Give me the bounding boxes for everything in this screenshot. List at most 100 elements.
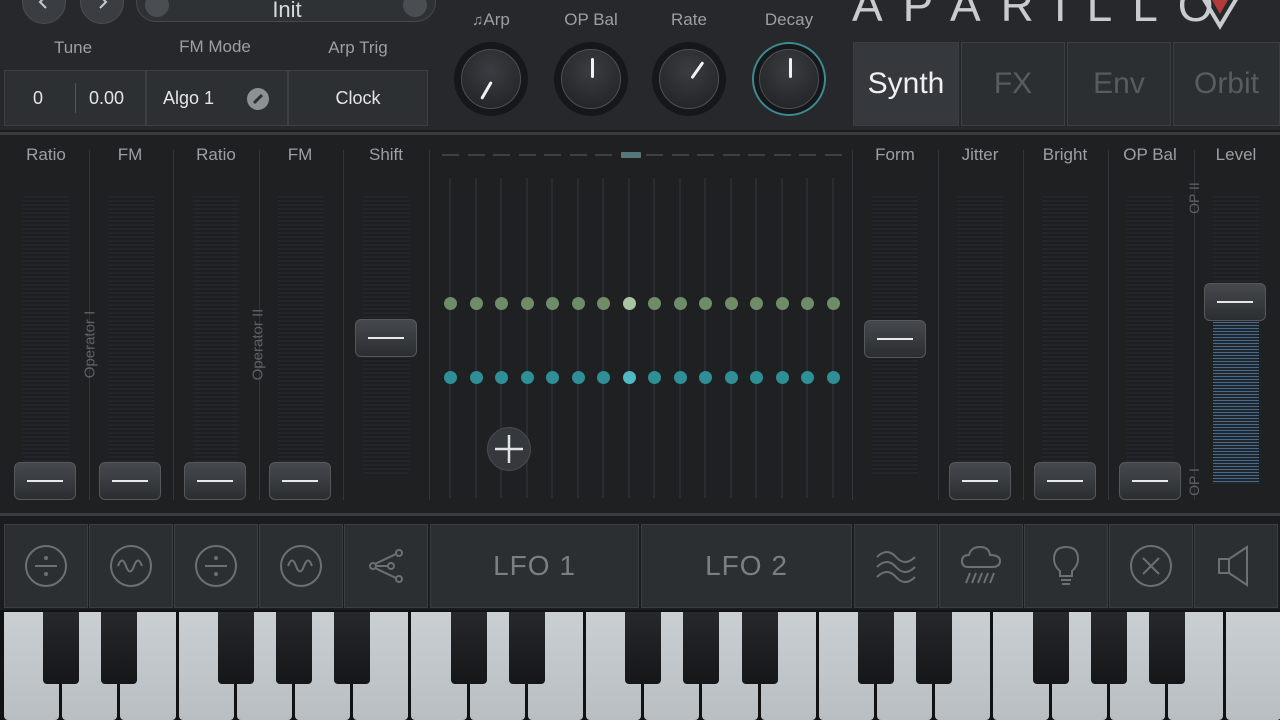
step-dot-op2[interactable] (648, 297, 661, 310)
bright-fader[interactable] (1034, 462, 1096, 500)
op-bal-knob[interactable] (554, 42, 628, 116)
wave-2-button[interactable] (259, 524, 343, 608)
step-dot-op2[interactable] (469, 297, 483, 310)
step-dot-op2[interactable] (571, 297, 585, 310)
black-key[interactable] (741, 612, 778, 684)
black-key[interactable] (683, 612, 720, 684)
step-dot-op2[interactable] (699, 297, 712, 310)
step-dot-op2[interactable] (597, 297, 610, 310)
step-dot-op2[interactable] (775, 297, 789, 310)
fm-2-fader[interactable] (269, 462, 331, 500)
shift-fader[interactable] (355, 319, 417, 357)
step-dot-op1[interactable] (801, 371, 814, 384)
tab-fx[interactable]: FX (961, 42, 1065, 126)
share-button[interactable] (344, 524, 428, 608)
black-key[interactable] (450, 612, 487, 684)
tab-orbit[interactable]: Orbit (1173, 42, 1280, 126)
ratio-2-track[interactable] (193, 196, 239, 476)
tune-field[interactable]: 0 0.00 (4, 70, 146, 126)
black-key[interactable] (217, 612, 254, 684)
tune-coarse-value[interactable]: 0 (33, 88, 43, 109)
speaker-button[interactable] (1194, 524, 1278, 608)
step-dot-op2[interactable] (801, 297, 814, 310)
black-key[interactable] (1090, 612, 1127, 684)
divider (1023, 150, 1024, 500)
step-dot-op1[interactable] (444, 371, 457, 384)
jitter-track[interactable] (957, 196, 1003, 476)
black-key[interactable] (1032, 612, 1069, 684)
step-dot-op1[interactable] (597, 371, 610, 384)
step-dot-op1[interactable] (469, 371, 483, 384)
step-dot-op1[interactable] (724, 371, 738, 384)
bright-track[interactable] (1042, 196, 1088, 476)
step-dot-op1[interactable] (546, 371, 559, 384)
black-key[interactable] (101, 612, 138, 684)
ratio-1-fader[interactable] (14, 462, 76, 500)
step-dot-op2[interactable] (724, 297, 738, 310)
step-dot-op2[interactable] (826, 297, 840, 310)
step-dot-op2[interactable] (444, 297, 457, 310)
jitter-fader[interactable] (949, 462, 1011, 500)
step-dot-op1[interactable] (520, 371, 534, 384)
op-bal-track[interactable] (1127, 196, 1173, 476)
fm-mode-label: FM Mode (179, 37, 251, 56)
step-line (729, 178, 732, 498)
lightbulb-button[interactable] (1024, 524, 1108, 608)
step-dot-op1[interactable] (648, 371, 661, 384)
step-dot-op1[interactable] (775, 371, 789, 384)
ratio-1-track[interactable] (23, 196, 69, 476)
tune-fine-value[interactable]: 0.00 (89, 88, 124, 109)
waves-button[interactable] (854, 524, 938, 608)
black-key[interactable] (276, 612, 312, 684)
step-dot-op2[interactable] (622, 297, 636, 310)
black-key[interactable] (508, 612, 545, 684)
white-key[interactable] (1226, 612, 1280, 720)
fm-mode-select[interactable]: Algo 1 (146, 70, 288, 126)
step-dot-op1[interactable] (495, 371, 508, 384)
step-dot-op2[interactable] (673, 297, 687, 310)
op-bal-fader[interactable] (1119, 462, 1181, 500)
form-fader[interactable] (864, 320, 926, 358)
black-key[interactable] (334, 612, 371, 684)
black-key[interactable] (625, 612, 662, 684)
step-dot-op1[interactable] (699, 371, 712, 384)
lfo-2-button[interactable]: LFO 2 (641, 524, 852, 608)
fm-1-track[interactable] (108, 196, 154, 476)
level-fader[interactable] (1204, 283, 1266, 321)
black-key[interactable] (858, 612, 894, 684)
step-dot-op2[interactable] (750, 297, 763, 310)
ratio-2-fader[interactable] (184, 462, 246, 500)
step-dot-op1[interactable] (750, 371, 763, 384)
divide-icon (195, 545, 237, 587)
wave-1-button[interactable] (89, 524, 173, 608)
step-dot-op2[interactable] (495, 297, 508, 310)
step-dot-op1[interactable] (673, 371, 687, 384)
black-key[interactable] (1149, 612, 1185, 684)
tab-env[interactable]: Env (1067, 42, 1171, 126)
black-key[interactable] (43, 612, 80, 684)
arp-trig-select[interactable]: Clock (288, 70, 428, 126)
lfo-1-button[interactable]: LFO 1 (430, 524, 639, 608)
arp-knob[interactable] (454, 42, 528, 116)
fm-2-track[interactable] (278, 196, 324, 476)
rain-cloud-button[interactable] (939, 524, 1023, 608)
step-dot-op1[interactable] (622, 371, 636, 384)
fm-1-fader[interactable] (99, 462, 161, 500)
tab-synth[interactable]: Synth (853, 42, 959, 126)
divider (173, 150, 174, 500)
arrow-left-icon (38, 0, 47, 9)
edit-algo-icon[interactable] (247, 88, 269, 110)
preset-selector[interactable]: Init (136, 0, 436, 22)
close-button[interactable] (1109, 524, 1193, 608)
black-key[interactable] (916, 612, 953, 684)
step-indicator (442, 154, 459, 156)
add-step-button[interactable] (487, 427, 531, 471)
step-dot-op1[interactable] (571, 371, 585, 384)
step-dot-op1[interactable] (826, 371, 840, 384)
decay-knob[interactable] (752, 42, 826, 116)
rate-knob[interactable] (652, 42, 726, 116)
divide-1-button[interactable] (4, 524, 88, 608)
divide-2-button[interactable] (174, 524, 258, 608)
step-dot-op2[interactable] (546, 297, 559, 310)
step-dot-op2[interactable] (520, 297, 534, 310)
